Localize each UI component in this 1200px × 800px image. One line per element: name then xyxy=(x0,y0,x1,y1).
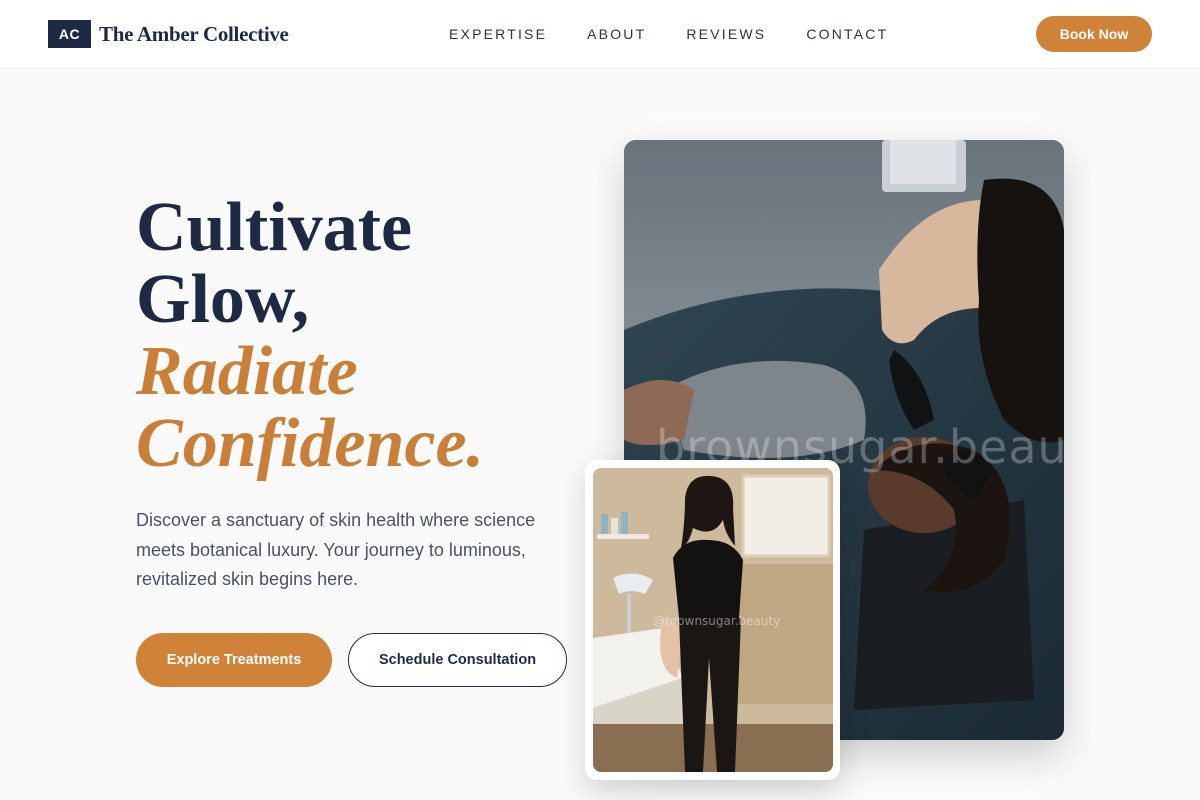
brand-logo[interactable]: AC The Amber Collective xyxy=(48,20,289,48)
main-nav: EXPERTISE ABOUT REVIEWS CONTACT xyxy=(449,25,928,43)
inset-portrait-card: @brownsugar.beauty xyxy=(585,460,840,780)
inset-photo-watermark: @brownsugar.beauty xyxy=(653,614,781,628)
headline-line-2: Glow, xyxy=(136,261,310,338)
nav-link-expertise[interactable]: EXPERTISE xyxy=(449,25,547,43)
headline-line-1: Cultivate xyxy=(136,189,413,266)
nav-link-reviews[interactable]: REVIEWS xyxy=(686,25,766,43)
brand-name: The Amber Collective xyxy=(99,21,289,46)
book-now-button[interactable]: Book Now xyxy=(1036,16,1152,52)
site-header: AC The Amber Collective EXPERTISE ABOUT … xyxy=(0,0,1200,69)
hero-headline: Cultivate Glow, Radiate Confidence. xyxy=(136,192,576,480)
logo-mark: AC xyxy=(48,20,91,48)
schedule-consultation-button[interactable]: Schedule Consultation xyxy=(348,633,567,687)
hero-description: Discover a sanctuary of skin health wher… xyxy=(136,510,536,589)
explore-treatments-button[interactable]: Explore Treatments xyxy=(136,633,332,687)
esthetician-portrait-photo: @brownsugar.beauty xyxy=(593,468,833,772)
nav-link-contact[interactable]: CONTACT xyxy=(806,25,888,43)
headline-accent-line-2: Confidence. xyxy=(136,405,485,482)
headline-accent-line-1: Radiate xyxy=(136,333,358,410)
nav-link-about[interactable]: ABOUT xyxy=(587,25,646,43)
